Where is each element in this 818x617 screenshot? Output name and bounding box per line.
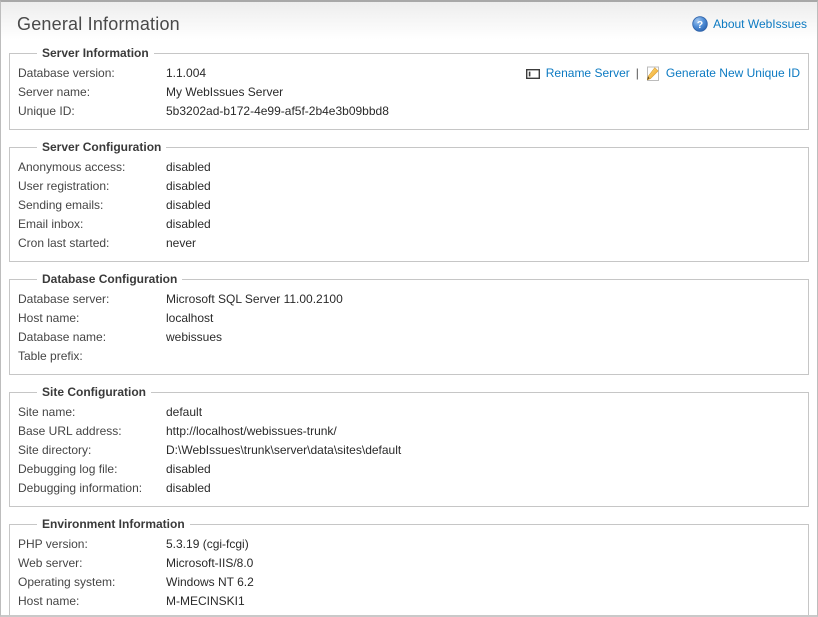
info-row: Unique ID: 5b3202ad-b172-4e99-af5f-2b4e3… [18,102,800,121]
rename-server-link[interactable]: Rename Server [525,64,630,83]
section-title: Site Configuration [37,385,151,399]
info-row: Cron last started: never [18,234,800,253]
info-row: Sending emails: disabled [18,196,800,215]
generate-new-unique-id-link[interactable]: Generate New Unique ID [645,64,800,83]
info-row: Host name: M-MECINSKI1 [18,592,800,611]
about-webissues-label: About WebIssues [713,17,807,31]
info-row: Email inbox: disabled [18,215,800,234]
section-database-configuration: Database Configuration Database server: … [9,272,809,375]
info-row: Operating system: Windows NT 6.2 [18,573,800,592]
info-row: Database server: Microsoft SQL Server 11… [18,290,800,309]
info-row: Web server: Microsoft-IIS/8.0 [18,554,800,573]
info-row: Database name: webissues [18,328,800,347]
svg-text:?: ? [697,19,703,31]
section-title: Server Configuration [37,140,166,154]
page: General Information ? About WebIssues [0,0,818,617]
section-server-configuration: Server Configuration Anonymous access: d… [9,140,809,262]
about-webissues-link[interactable]: ? About WebIssues [692,16,807,32]
info-row: User registration: disabled [18,177,800,196]
actions-separator: | [636,64,639,83]
info-row: PHP version: 5.3.19 (cgi-fcgi) [18,535,800,554]
section-title: Server Information [37,46,154,60]
info-row: Table prefix: [18,347,800,366]
info-row: Base URL address: http://localhost/webis… [18,422,800,441]
section-title: Environment Information [37,517,190,531]
section-site-configuration: Site Configuration Site name: default Ba… [9,385,809,507]
page-header: General Information ? About WebIssues [1,2,817,46]
info-row: Anonymous access: disabled [18,158,800,177]
info-row: Host name: localhost [18,309,800,328]
info-row: Site name: default [18,403,800,422]
section-title: Database Configuration [37,272,182,286]
rename-icon [525,66,541,82]
generate-new-id-icon [645,66,661,82]
info-row: Server name: My WebIssues Server [18,83,800,102]
info-row: Database version: 1.1.004 Rename Server … [18,64,800,83]
section-server-information: Server Information Database version: 1.1… [9,46,809,130]
info-row: Debugging information: disabled [18,479,800,498]
section-environment-information: Environment Information PHP version: 5.3… [9,517,809,617]
info-row: Debugging log file: disabled [18,460,800,479]
section-actions: Rename Server | [525,64,800,83]
help-icon: ? [692,16,708,32]
page-title: General Information [17,14,180,35]
info-row: Site directory: D:\WebIssues\trunk\serve… [18,441,800,460]
